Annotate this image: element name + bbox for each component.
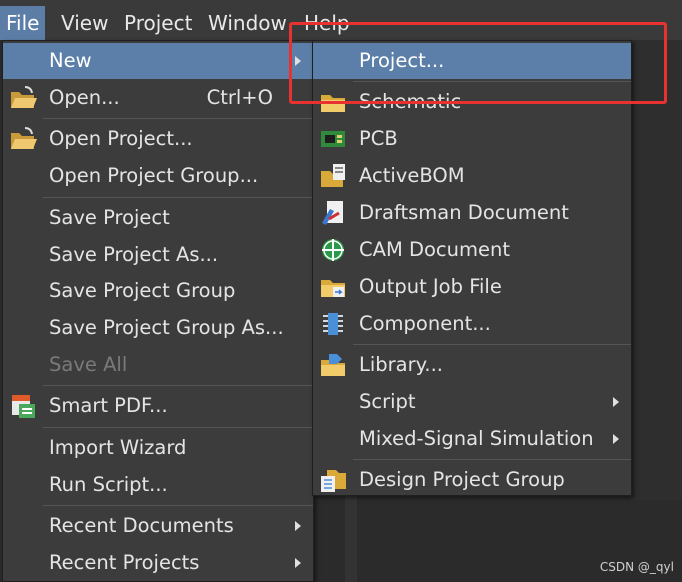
- library-icon: [321, 354, 345, 376]
- separator: [43, 505, 313, 506]
- file-menu: New Open... Ctrl+O Open Project... Open …: [2, 40, 314, 582]
- new-submenu: Project... Schematic PCB ActiveBOM Draft…: [312, 40, 632, 496]
- schematic-icon: [321, 95, 345, 112]
- watermark: CSDN @_qyl: [599, 560, 674, 574]
- separator: [43, 118, 313, 119]
- menu-item-new-script[interactable]: Script: [313, 384, 631, 420]
- menu-item-new-project[interactable]: Project...: [313, 43, 631, 79]
- menu-item-label: Component...: [359, 312, 491, 335]
- menu-item-label: CAM Document: [359, 238, 511, 261]
- menu-item-new-cam[interactable]: CAM Document: [313, 232, 631, 268]
- menu-item-new-mixed-signal[interactable]: Mixed-Signal Simulation: [313, 421, 631, 457]
- submenu-arrow-icon: [613, 397, 619, 407]
- menu-item-label: Import Wizard: [49, 436, 187, 459]
- menu-file[interactable]: File: [0, 6, 46, 40]
- menu-item-save-project-as[interactable]: Save Project As...: [3, 237, 313, 273]
- menu-item-label: Smart PDF...: [49, 394, 168, 417]
- menu-item-new-output-job[interactable]: Output Job File: [313, 269, 631, 305]
- menu-item-new-component[interactable]: Component...: [313, 306, 631, 342]
- smart-pdf-icon: [12, 395, 35, 418]
- separator: [43, 385, 313, 386]
- menu-item-save-all: Save All: [3, 347, 313, 383]
- menu-item-recent-projects[interactable]: Recent Projects: [3, 545, 313, 581]
- menu-item-label: Recent Documents: [49, 514, 234, 537]
- menu-item-label: Library...: [359, 353, 443, 376]
- menu-item-label: Recent Projects: [49, 551, 200, 574]
- menu-item-label: Draftsman Document: [359, 201, 569, 224]
- menu-item-label: Output Job File: [359, 275, 502, 298]
- menu-item-save-project-group[interactable]: Save Project Group: [3, 273, 313, 309]
- workspace-background: [630, 40, 682, 500]
- menu-item-new-draftsman[interactable]: Draftsman Document: [313, 195, 631, 231]
- workspace-strip: [345, 495, 357, 582]
- menu-item-label: Open Project...: [49, 127, 193, 150]
- menu-item-label: Script: [359, 390, 416, 413]
- menu-item-label: Save Project As...: [49, 243, 219, 266]
- open-folder-icon: [11, 86, 37, 108]
- menu-item-new-pcb[interactable]: PCB: [313, 121, 631, 157]
- menu-view[interactable]: View: [55, 6, 114, 40]
- separator: [353, 459, 631, 460]
- separator: [43, 427, 313, 428]
- activebom-icon: [321, 164, 345, 187]
- menu-item-open-project-group[interactable]: Open Project Group...: [3, 158, 313, 194]
- menu-item-label: Save Project: [49, 206, 170, 229]
- pcb-icon: [321, 131, 345, 147]
- menu-item-label: Open...: [49, 86, 120, 109]
- menu-item-smart-pdf[interactable]: Smart PDF...: [3, 388, 313, 424]
- menu-item-recent-documents[interactable]: Recent Documents: [3, 508, 313, 544]
- submenu-arrow-icon: [295, 558, 301, 568]
- menu-bar: File View Project Window Help: [0, 0, 682, 40]
- menu-item-run-script[interactable]: Run Script...: [3, 467, 313, 503]
- menu-item-label: ActiveBOM: [359, 164, 465, 187]
- menu-item-label: New: [49, 49, 92, 72]
- menu-item-open[interactable]: Open... Ctrl+O: [3, 80, 313, 116]
- submenu-arrow-icon: [295, 56, 301, 66]
- menu-item-label: Open Project Group...: [49, 164, 259, 187]
- menu-item-label: Schematic: [359, 90, 462, 113]
- submenu-arrow-icon: [613, 434, 619, 444]
- menu-item-save-project-group-as[interactable]: Save Project Group As...: [3, 310, 313, 346]
- menu-item-new-schematic[interactable]: Schematic: [313, 84, 631, 120]
- menu-item-label: Mixed-Signal Simulation: [359, 427, 594, 450]
- menu-item-import-wizard[interactable]: Import Wizard: [3, 430, 313, 466]
- menu-item-new-activebom[interactable]: ActiveBOM: [313, 158, 631, 194]
- menu-item-label: Save Project Group: [49, 279, 236, 302]
- menu-item-label: Design Project Group: [359, 468, 565, 491]
- cam-icon: [322, 239, 344, 261]
- menu-item-label: Run Script...: [49, 473, 168, 496]
- open-project-icon: [11, 127, 37, 149]
- draftsman-icon: [322, 201, 343, 225]
- menu-item-open-project[interactable]: Open Project...: [3, 121, 313, 157]
- menu-item-label: Save Project Group As...: [49, 316, 284, 339]
- design-project-group-icon: [321, 470, 346, 492]
- component-icon: [323, 313, 343, 335]
- menu-item-label: Project...: [359, 49, 445, 72]
- submenu-arrow-icon: [295, 521, 301, 531]
- menu-project[interactable]: Project: [118, 6, 198, 40]
- menu-item-label: Save All: [49, 353, 128, 376]
- output-job-icon: [321, 280, 345, 297]
- menu-item-label: PCB: [359, 127, 398, 150]
- menu-window[interactable]: Window: [202, 6, 293, 40]
- separator: [43, 197, 313, 198]
- separator: [353, 344, 631, 345]
- separator: [353, 81, 631, 82]
- menu-item-save-project[interactable]: Save Project: [3, 200, 313, 236]
- menu-item-new-design-project-group[interactable]: Design Project Group: [313, 462, 631, 498]
- menu-help[interactable]: Help: [298, 6, 356, 40]
- shortcut-label: Ctrl+O: [206, 86, 273, 109]
- menu-item-new[interactable]: New: [3, 43, 313, 79]
- menu-item-new-library[interactable]: Library...: [313, 347, 631, 383]
